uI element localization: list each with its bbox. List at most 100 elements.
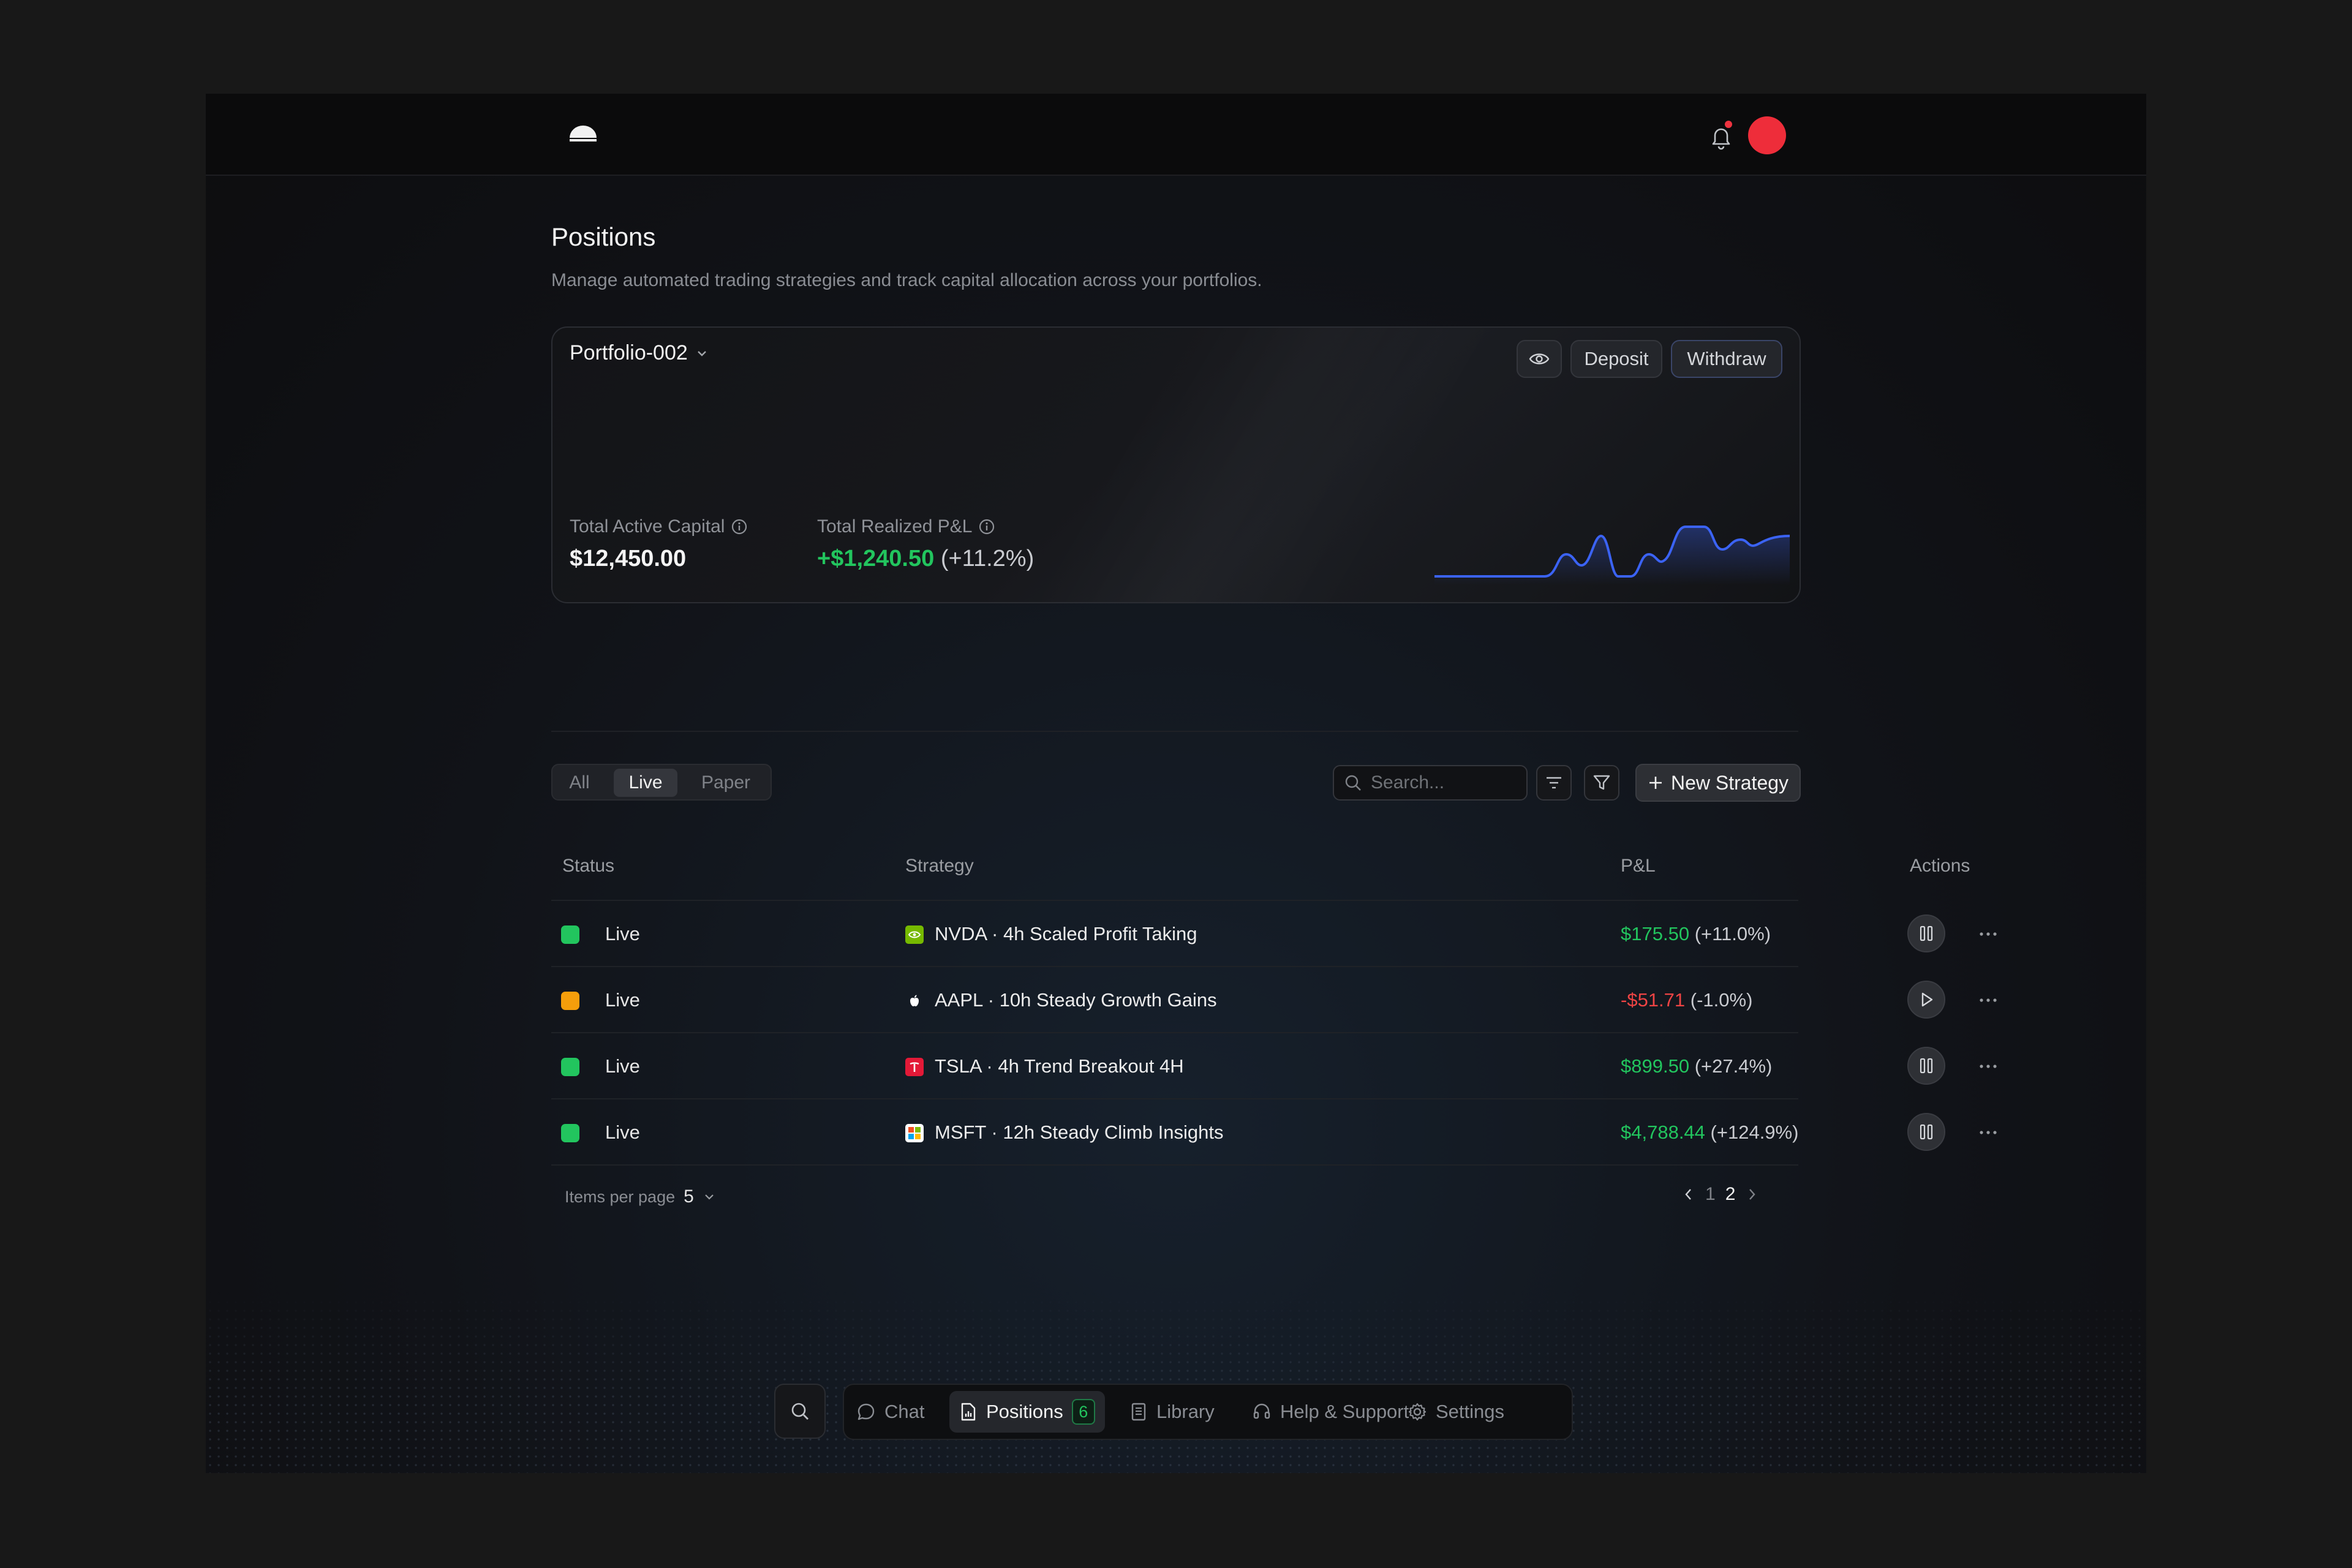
col-strategy[interactable]: Strategy xyxy=(905,856,974,876)
deposit-button[interactable]: Deposit xyxy=(1570,340,1662,378)
tesla-icon xyxy=(905,1058,924,1076)
page-subtitle: Manage automated trading strategies and … xyxy=(551,270,1262,290)
pnl-value: -$51.71 (-1.0%) xyxy=(1621,989,1753,1011)
table-row[interactable]: Live TSLA · 4h Trend Breakout 4H $899.50… xyxy=(551,1033,1997,1098)
toggle-visibility-button[interactable] xyxy=(1517,340,1562,378)
nav-settings[interactable]: Settings xyxy=(1408,1391,1504,1433)
funnel-icon xyxy=(1593,775,1610,790)
tab-paper[interactable]: Paper xyxy=(686,769,766,797)
microsoft-icon xyxy=(905,1124,924,1142)
col-actions: Actions xyxy=(1910,856,1970,876)
bottom-dock: Chat Positions 6 Library Help & Support … xyxy=(774,1381,1573,1442)
positions-count-badge: 6 xyxy=(1071,1399,1095,1425)
chat-bubble-icon xyxy=(858,1403,875,1420)
col-status[interactable]: Status xyxy=(562,856,614,876)
pause-icon xyxy=(1920,1124,1933,1140)
chevron-left-icon[interactable] xyxy=(1682,1186,1695,1202)
total-active-capital-label: Total Active Capital xyxy=(570,516,748,537)
document-chart-icon xyxy=(961,1403,976,1421)
strategy-name[interactable]: MSFT · 12h Steady Climb Insights xyxy=(935,1121,1224,1144)
pnl-value: $4,788.44 (+124.9%) xyxy=(1621,1121,1799,1143)
half-dome-logo[interactable] xyxy=(568,124,598,143)
col-pnl[interactable]: P&L xyxy=(1621,856,1656,876)
page-title: Positions xyxy=(551,222,656,251)
dock-search-button[interactable] xyxy=(774,1384,826,1439)
items-per-page-label: Items per page xyxy=(565,1187,676,1206)
eye-icon xyxy=(1529,353,1550,364)
pause-icon xyxy=(1920,925,1933,941)
portfolio-card: Portfolio-002 Deposit Withdraw Total Act… xyxy=(551,326,1801,603)
pagination: 1 2 xyxy=(1682,1184,1758,1205)
total-realized-pnl-value: +$1,240.50 (+11.2%) xyxy=(817,546,1035,571)
sort-lines-icon xyxy=(1547,777,1561,789)
table-row[interactable]: Live MSFT · 12h Steady Climb Insights $4… xyxy=(551,1099,1997,1164)
search-icon xyxy=(791,1403,809,1420)
page-1[interactable]: 1 xyxy=(1705,1184,1716,1205)
items-per-page: Items per page 5 xyxy=(565,1186,716,1207)
portfolio-select-label: Portfolio-002 xyxy=(570,341,688,364)
items-per-page-select[interactable]: 5 xyxy=(684,1186,694,1207)
apple-icon xyxy=(905,992,924,1010)
nvidia-icon xyxy=(905,925,924,944)
pnl-value: $899.50 (+27.4%) xyxy=(1621,1055,1773,1077)
notification-dot xyxy=(1725,121,1732,128)
more-options-icon[interactable] xyxy=(1976,988,2000,1012)
avatar[interactable] xyxy=(1748,116,1786,154)
filter-button[interactable] xyxy=(1584,765,1619,801)
play-icon xyxy=(1921,992,1933,1007)
gear-icon xyxy=(1408,1403,1427,1421)
status-label: Live xyxy=(605,923,640,944)
search-icon xyxy=(1345,775,1361,791)
app-window: Positions Manage automated trading strat… xyxy=(206,94,2146,1473)
book-icon xyxy=(1131,1403,1146,1421)
tab-live[interactable]: Live xyxy=(614,769,677,797)
total-realized-pnl-label: Total Realized P&L xyxy=(817,516,995,537)
status-indicator xyxy=(561,925,579,944)
mode-tabs: All Live Paper xyxy=(551,764,772,801)
search-field[interactable] xyxy=(1333,765,1528,801)
withdraw-button[interactable]: Withdraw xyxy=(1671,340,1782,378)
chevron-down-icon[interactable] xyxy=(703,1190,716,1204)
search-input[interactable] xyxy=(1370,772,1519,794)
nav-library[interactable]: Library xyxy=(1129,1391,1215,1433)
plus-icon xyxy=(1649,777,1662,789)
section-divider xyxy=(551,731,1798,732)
strategy-name[interactable]: AAPL · 10h Steady Growth Gains xyxy=(935,989,1217,1011)
pause-button[interactable] xyxy=(1907,1047,1945,1085)
dock-nav: Chat Positions 6 Library Help & Support … xyxy=(843,1384,1573,1440)
strategy-name[interactable]: NVDA · 4h Scaled Profit Taking xyxy=(935,923,1197,945)
status-indicator xyxy=(561,992,579,1010)
nav-help-support[interactable]: Help & Support xyxy=(1252,1391,1409,1433)
tab-all[interactable]: All xyxy=(557,769,601,797)
pnl-sparkline xyxy=(1434,526,1790,585)
headset-icon xyxy=(1253,1403,1270,1419)
page-2[interactable]: 2 xyxy=(1725,1184,1736,1205)
status-indicator xyxy=(561,1058,579,1076)
total-active-capital-value: $12,450.00 xyxy=(570,546,687,571)
portfolio-select[interactable]: Portfolio-002 xyxy=(570,341,709,365)
status-indicator xyxy=(561,1124,579,1142)
more-options-icon[interactable] xyxy=(1976,922,2000,946)
info-icon[interactable] xyxy=(978,518,995,535)
top-bar xyxy=(206,94,2146,176)
nav-positions[interactable]: Positions 6 xyxy=(949,1391,1105,1433)
chevron-down-icon xyxy=(697,350,706,356)
new-strategy-button[interactable]: New Strategy xyxy=(1635,764,1801,802)
more-options-icon[interactable] xyxy=(1976,1054,2000,1079)
play-button[interactable] xyxy=(1907,981,1945,1019)
strategy-name[interactable]: TSLA · 4h Trend Breakout 4H xyxy=(935,1055,1184,1077)
nav-chat[interactable]: Chat xyxy=(856,1391,924,1433)
status-label: Live xyxy=(605,989,640,1011)
sort-button[interactable] xyxy=(1536,765,1572,801)
table-row[interactable]: Live NVDA · 4h Scaled Profit Taking $175… xyxy=(551,901,1997,966)
status-label: Live xyxy=(605,1121,640,1143)
status-label: Live xyxy=(605,1055,640,1077)
chevron-right-icon[interactable] xyxy=(1745,1186,1758,1202)
info-icon[interactable] xyxy=(731,518,748,535)
pause-button[interactable] xyxy=(1907,1113,1945,1151)
pause-button[interactable] xyxy=(1907,914,1945,952)
new-strategy-label: New Strategy xyxy=(1670,771,1789,794)
table-row[interactable]: Live AAPL · 10h Steady Growth Gains -$51… xyxy=(551,967,1997,1032)
more-options-icon[interactable] xyxy=(1976,1120,2000,1145)
pnl-value: $175.50 (+11.0%) xyxy=(1621,923,1771,944)
